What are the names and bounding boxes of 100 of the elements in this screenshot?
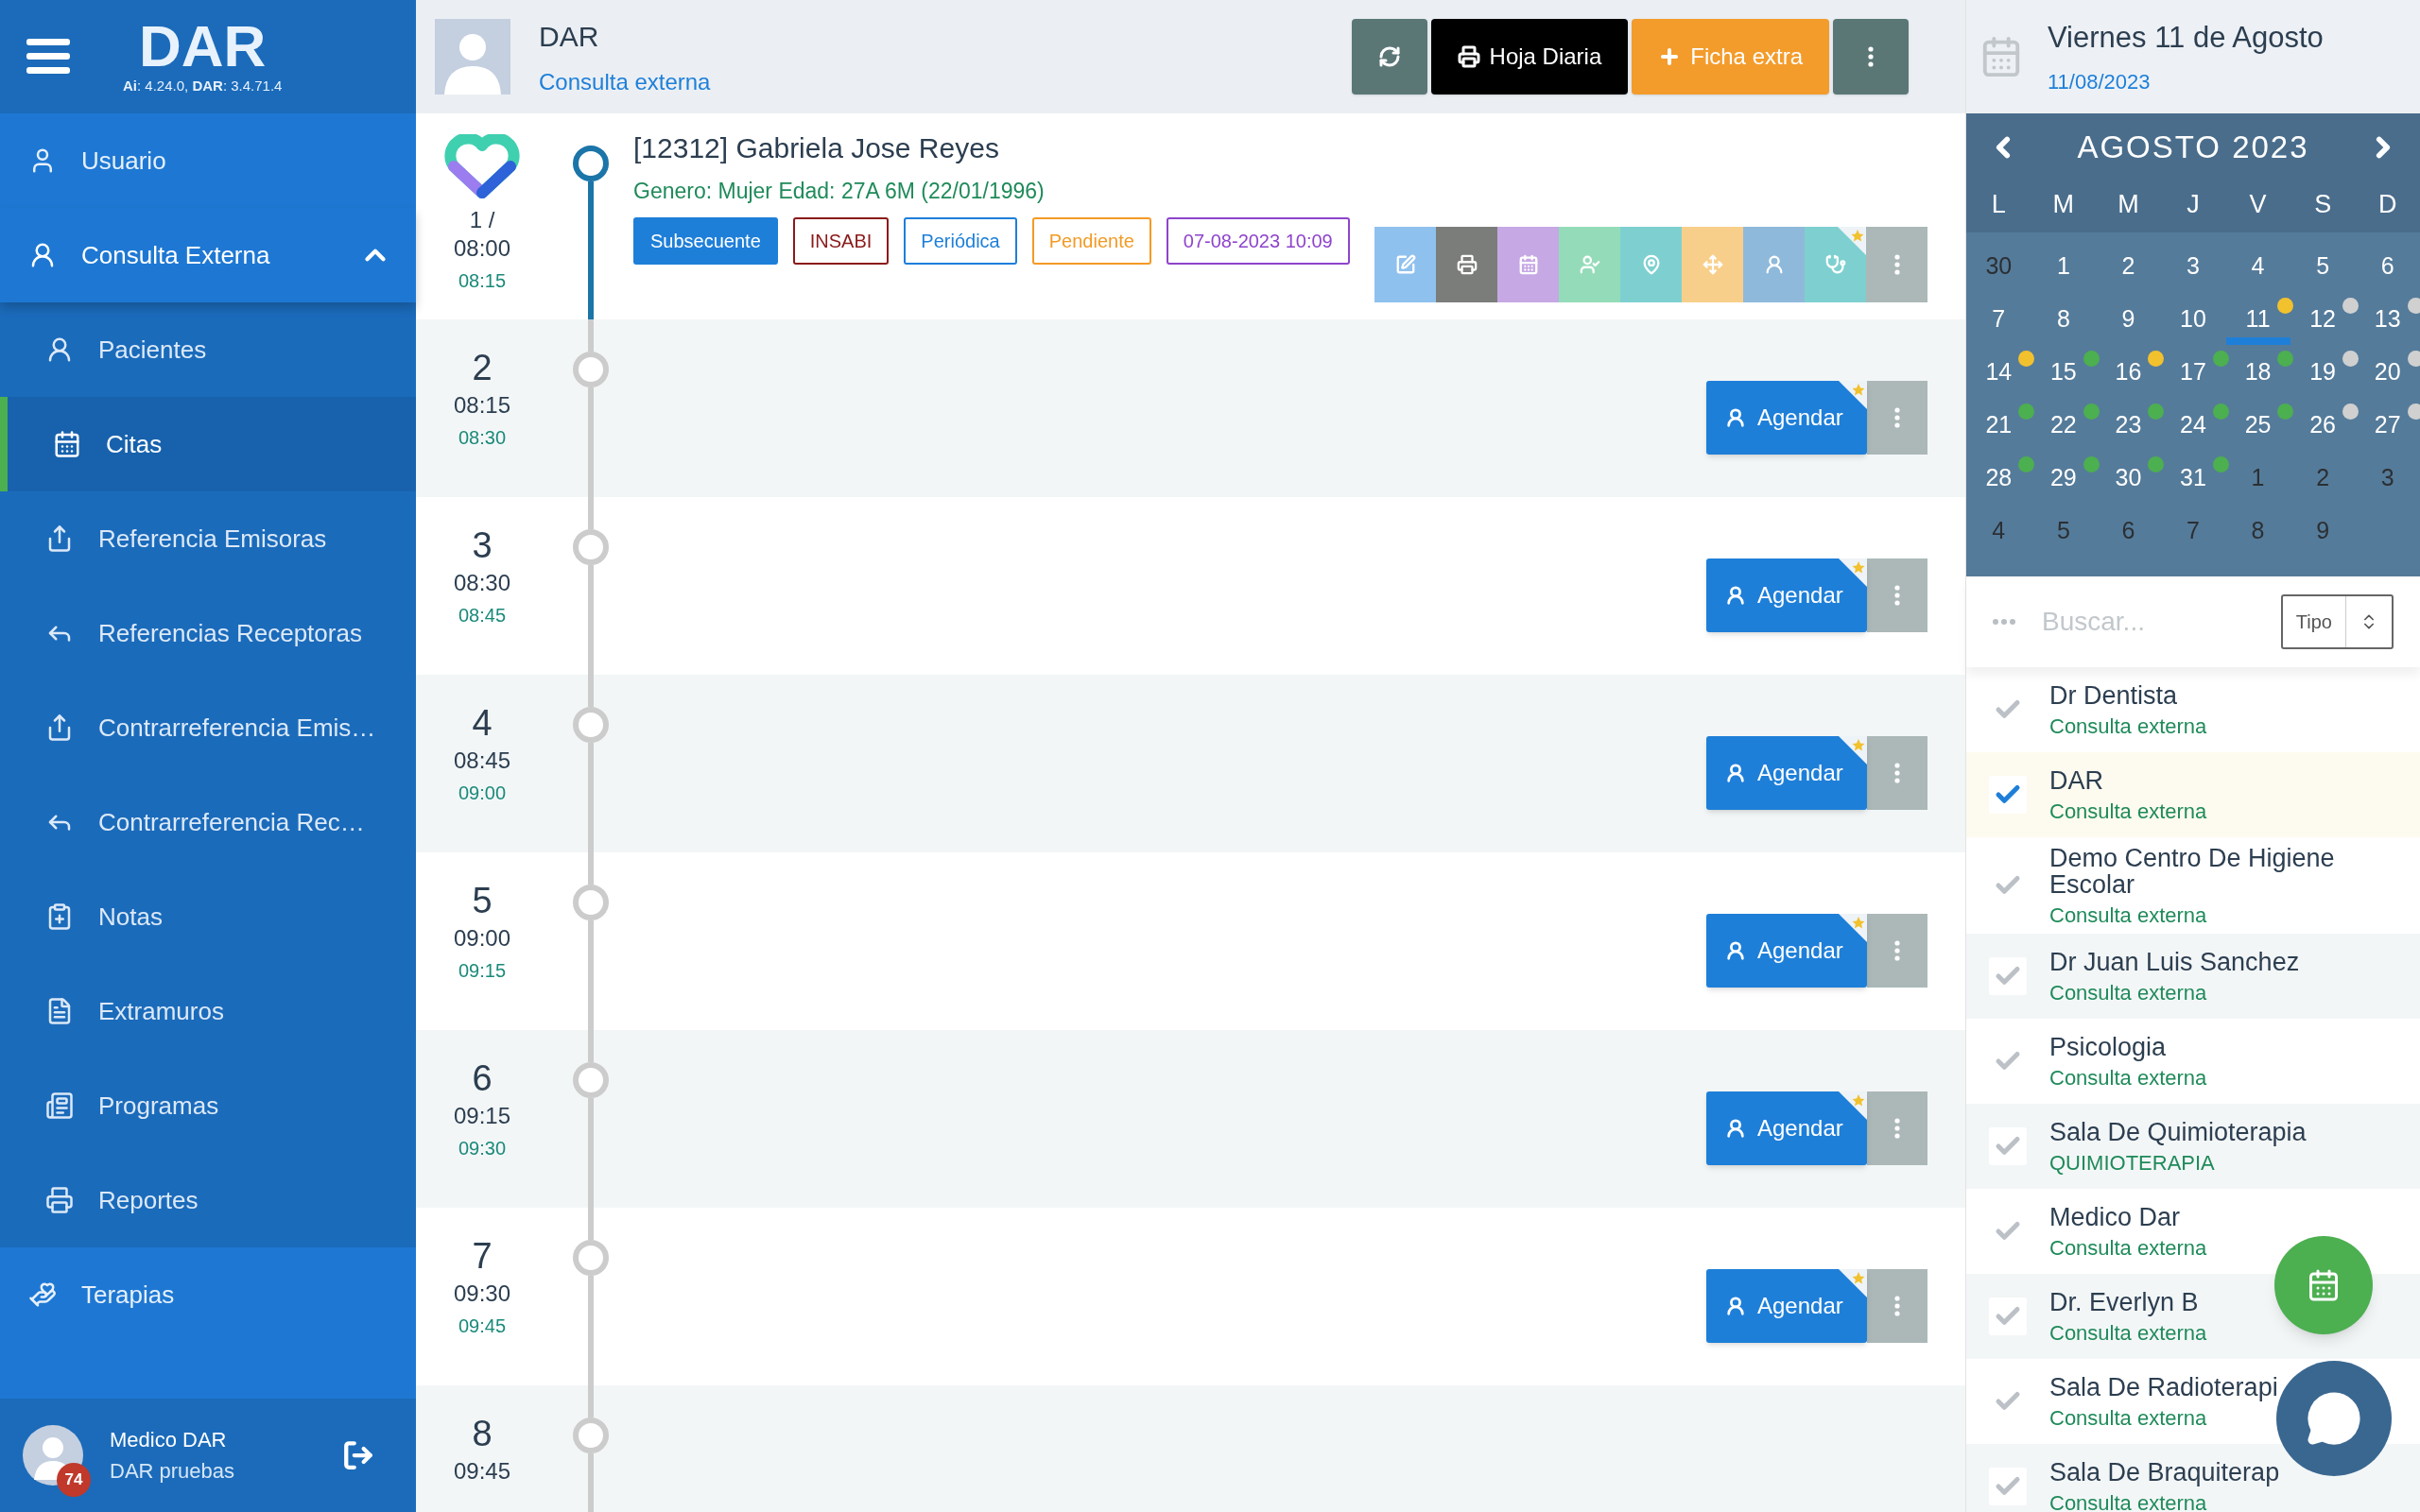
sidebar-item[interactable]: Programas (0, 1058, 416, 1153)
calendar-day[interactable]: 5 (2056, 513, 2070, 549)
calendar-day[interactable]: 21 (1985, 407, 2013, 443)
schedule-button[interactable]: Agendar (1706, 381, 1867, 455)
calendar-day[interactable]: 15 (2049, 354, 2077, 390)
calendar-day[interactable]: 1 (2056, 249, 2070, 284)
doctor-button[interactable] (1805, 226, 1866, 302)
sidebar-item[interactable]: Contrarreferencia Emis… (0, 680, 416, 775)
print-button[interactable]: Hoja Diaria (1430, 19, 1629, 94)
sidebar-item[interactable]: Extramuros (0, 964, 416, 1058)
calendar-day[interactable]: 1 (2251, 460, 2265, 496)
schedule-button[interactable]: Agendar (1706, 914, 1867, 988)
calendar-day[interactable]: 19 (2309, 354, 2337, 390)
star-corner-icon (1839, 736, 1867, 765)
slot-start-time: 08:00 (453, 234, 511, 263)
location-button[interactable] (1620, 226, 1682, 302)
calendar-day[interactable]: 3 (2380, 460, 2394, 496)
more-button[interactable] (1866, 226, 1927, 302)
calendar-day[interactable]: 7 (1992, 301, 2006, 337)
more-button[interactable] (1867, 558, 1927, 632)
calendar-day[interactable]: 8 (2251, 513, 2265, 549)
patient-button[interactable] (1743, 226, 1805, 302)
calendar-button[interactable] (1497, 226, 1559, 302)
calendar-day[interactable]: 10 (2180, 301, 2206, 337)
calendar-day[interactable]: 2 (2316, 460, 2330, 496)
calendar-day[interactable]: 4 (2251, 249, 2265, 284)
calendar-day[interactable]: 14 (1985, 354, 2013, 390)
patient-icon (1725, 763, 1746, 783)
sidebar-item[interactable]: Referencia Emisoras (0, 491, 416, 586)
ellipsis-icon (1993, 619, 2015, 625)
calendar-day[interactable]: 23 (2115, 407, 2142, 443)
edit-button[interactable] (1374, 226, 1436, 302)
slot-start-time: 08:45 (453, 746, 511, 775)
calendar-day[interactable]: 17 (2180, 354, 2206, 390)
logo: DAR (139, 16, 267, 76)
calendar-day[interactable]: 16 (2115, 354, 2142, 390)
calendar-day[interactable]: 30 (1985, 249, 2013, 284)
star-corner-icon (1838, 226, 1866, 255)
sidebar-item[interactable]: Citas (0, 397, 416, 491)
calendar-day[interactable]: 5 (2316, 249, 2330, 284)
calendar-day[interactable]: 2 (2121, 249, 2135, 284)
calendar-day[interactable]: 13 (2374, 301, 2401, 337)
sidebar-item[interactable]: Referencias Receptoras (0, 586, 416, 680)
agenda-subtitle[interactable]: Consulta externa (539, 64, 1352, 99)
calendar-day[interactable]: 3 (2187, 249, 2200, 284)
agenda-service: Consulta externa (2049, 1406, 2208, 1429)
more-button[interactable] (1867, 914, 1927, 988)
more-button[interactable] (1867, 736, 1927, 810)
calendar-day[interactable]: 9 (2121, 301, 2135, 337)
agenda-item[interactable]: Medico Dar Consulta externa (1966, 1204, 2207, 1259)
more-button[interactable] (1867, 1091, 1927, 1165)
logout-icon[interactable] (342, 1439, 374, 1471)
calendar-day[interactable]: 28 (1985, 460, 2013, 496)
search-field[interactable]: Buscar... (2042, 602, 2281, 642)
type-select[interactable]: Tipo (2280, 594, 2394, 649)
sidebar-item[interactable]: Consulta Externa (0, 208, 416, 302)
calendar-day[interactable]: 29 (2049, 460, 2077, 496)
sidebar-item[interactable]: Notas (0, 869, 416, 964)
calendar-day[interactable]: 8 (2056, 301, 2070, 337)
more-button[interactable] (1867, 1269, 1927, 1343)
print-button[interactable] (1436, 226, 1497, 302)
agenda-item[interactable]: Psicologia Consulta externa (1966, 1034, 2207, 1089)
calendar-day[interactable]: 22 (2049, 407, 2077, 443)
agenda-name: Sala De Quimioterapia (2049, 1119, 2307, 1146)
calendar-day[interactable]: 25 (2244, 407, 2272, 443)
agenda-item[interactable]: Demo Centro De Higiene Escolar Consulta externa (1966, 845, 2371, 926)
calendar-day[interactable]: 18 (2244, 354, 2272, 390)
calendar-day[interactable]: 20 (2374, 354, 2401, 390)
slot-number: 8 (472, 1413, 493, 1455)
selected-date: 11/08/2023 (2048, 68, 2152, 95)
patient-name[interactable]: [12312] Gabriela Jose Reyes (633, 127, 1927, 169)
calendar-day[interactable]: 12 (2309, 301, 2337, 337)
user-check-button[interactable] (1559, 226, 1620, 302)
schedule-button[interactable]: Agendar (1706, 736, 1867, 810)
sidebar-item[interactable]: Contrarreferencia Rec… (0, 775, 416, 869)
calendar-day[interactable]: 30 (2115, 460, 2142, 496)
sidebar-item[interactable]: Pacientes (0, 302, 416, 397)
schedule-button[interactable]: Agendar (1706, 558, 1867, 632)
calendar-day[interactable]: 27 (2374, 407, 2401, 443)
refresh-button[interactable] (1351, 19, 1427, 94)
more-button[interactable] (1867, 381, 1927, 455)
calendar-day[interactable]: 6 (2121, 513, 2135, 549)
move-button[interactable] (1682, 226, 1743, 302)
calendar-day[interactable]: 11 (2245, 301, 2271, 337)
agenda-item[interactable]: Dr Dentista Consulta externa (1966, 682, 2207, 737)
patient-icon (1725, 940, 1746, 961)
more-button[interactable] (1833, 19, 1909, 94)
calendar-day[interactable]: 26 (2309, 407, 2337, 443)
action-icon (1702, 253, 1723, 275)
calendar-day[interactable]: 4 (1992, 513, 2006, 549)
schedule-button[interactable]: Agendar (1706, 1091, 1867, 1165)
calendar-day[interactable]: 31 (2180, 460, 2206, 496)
calendar-day[interactable]: 7 (2187, 513, 2200, 549)
schedule-button[interactable]: Agendar (1706, 1269, 1867, 1343)
calendar-day[interactable]: 6 (2380, 249, 2394, 284)
agenda-item[interactable]: Sala De Radioterapi Consulta externa (1966, 1374, 2278, 1429)
calendar-day[interactable]: 9 (2316, 513, 2330, 549)
sidebar-item[interactable]: Reportes (0, 1153, 416, 1247)
calendar-day[interactable]: 24 (2180, 407, 2206, 443)
slot-number: 3 (472, 524, 493, 567)
